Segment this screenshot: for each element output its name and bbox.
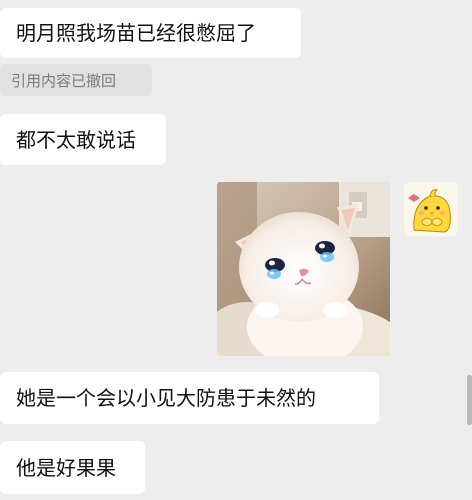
scrollbar[interactable] (467, 375, 472, 425)
chick-sticker-icon (404, 182, 458, 236)
crying-kitten-icon (217, 182, 390, 356)
message-bubble[interactable]: 都不太敢说话 (0, 114, 166, 165)
message-text: 他是好果果 (16, 455, 116, 480)
image-message-kitten[interactable] (217, 182, 390, 356)
message-bubble[interactable]: 他是好果果 (0, 441, 145, 494)
avatar[interactable] (404, 182, 458, 236)
quoted-message-retracted[interactable]: 引用内容已撤回 (0, 64, 152, 96)
message-text: 明月照我场苗已经很憋屈了 (16, 21, 256, 45)
message-bubble[interactable]: 她是一个会以小见大防患于未然的 (0, 372, 379, 424)
message-text: 都不太敢说话 (16, 127, 136, 152)
quote-text: 引用内容已撤回 (11, 71, 117, 90)
message-bubble[interactable]: 明月照我场苗已经很憋屈了 (0, 8, 301, 58)
message-text: 她是一个会以小见大防患于未然的 (16, 386, 316, 410)
